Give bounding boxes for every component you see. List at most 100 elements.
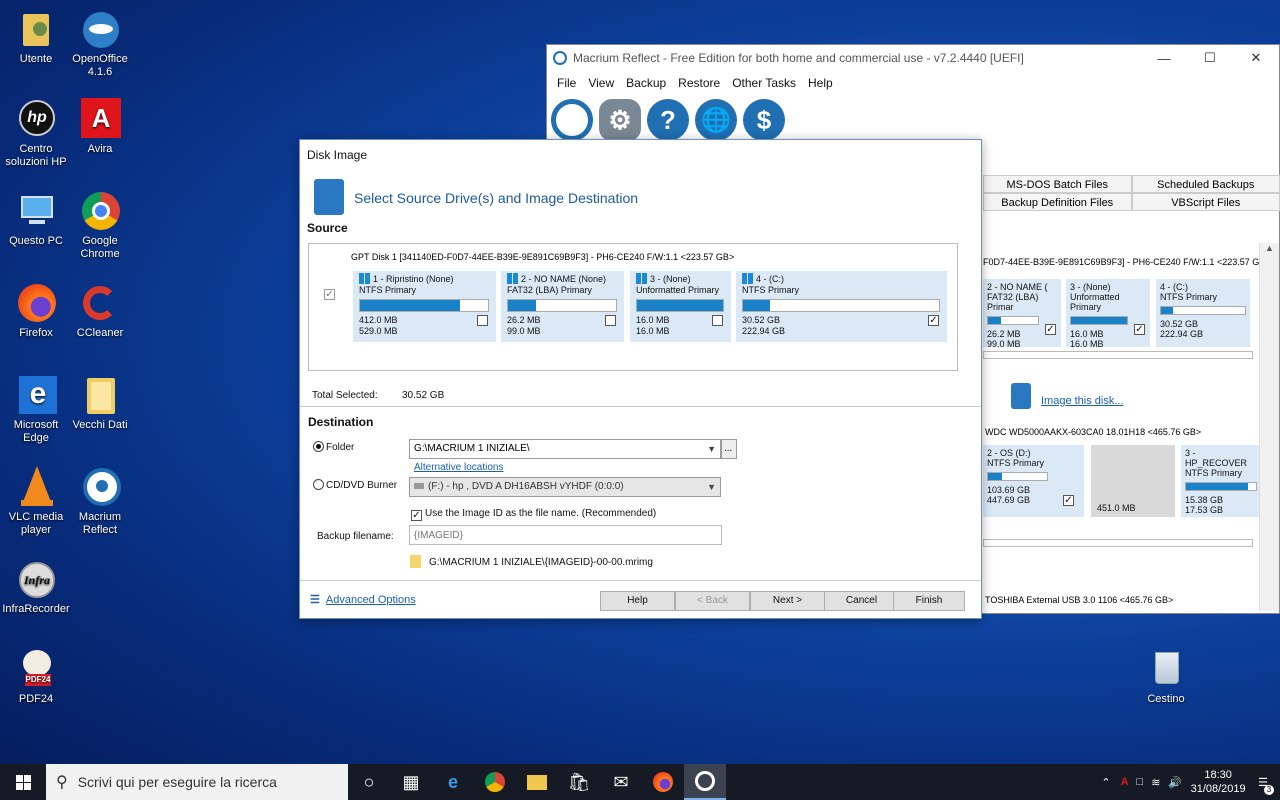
macrium-taskbar-icon[interactable] [684, 764, 726, 800]
main-partition-4[interactable]: 4 - (C:) NTFS Primary 30.52 GB 222.94 GB [1156, 279, 1250, 347]
dollar-upgrade-icon[interactable]: $ [743, 99, 785, 141]
chevron-up-icon[interactable]: ⌃ [1095, 776, 1116, 789]
cd-dvd-radio-option[interactable]: CD/DVD Burner [313, 479, 397, 491]
search-placeholder: Scrivi qui per eseguire la ricerca [77, 774, 277, 790]
disk-image-toolbar-icon[interactable] [551, 99, 593, 141]
menu-other-tasks[interactable]: Other Tasks [726, 76, 802, 90]
desktop-icon-firefox[interactable]: Firefox [0, 282, 72, 340]
file-explorer-icon[interactable] [516, 764, 558, 800]
disk2-scroll-strip[interactable] [983, 539, 1253, 547]
main-partition-os[interactable]: 2 - OS (D:) NTFS Primary 103.69 GB 447.6… [983, 445, 1084, 517]
cd-dvd-radio[interactable] [313, 479, 324, 490]
start-button[interactable] [0, 764, 46, 800]
settings-gear-icon[interactable]: ⚙ [599, 99, 641, 141]
use-image-id-option[interactable]: ✓ Use the Image ID as the file name. (Rec… [411, 508, 656, 521]
backup-filename-input[interactable] [409, 525, 722, 545]
desktop-icon-hp[interactable]: hp Centro soluzioni HP [0, 98, 72, 169]
partition-checkbox[interactable]: ✓ [1045, 324, 1056, 335]
source-partition-4[interactable]: 4 - (C:) NTFS Primary 30.52 GB 222.94 GB… [736, 271, 947, 342]
back-button[interactable]: < Back [675, 591, 750, 611]
desktop-icon-edge[interactable]: e Microsoft Edge [0, 374, 72, 445]
mail-icon[interactable]: ✉ [600, 764, 642, 800]
partition-checkbox[interactable] [712, 315, 723, 326]
cortana-icon[interactable]: ○ [348, 764, 390, 800]
total-size: 16.0 MB [636, 326, 670, 336]
menu-backup[interactable]: Backup [620, 76, 672, 90]
finish-button[interactable]: Finish [893, 591, 965, 611]
avira-tray-icon[interactable]: A [1117, 776, 1133, 788]
desktop-icon-pdf24[interactable]: PDF24 PDF24 [0, 648, 72, 706]
menu-file[interactable]: File [551, 76, 582, 90]
minimize-button[interactable]: — [1141, 51, 1187, 66]
partition-checkbox-checked[interactable]: ✓ [928, 315, 939, 326]
desktop-icon-utente[interactable]: Utente [0, 8, 72, 66]
disk1-scroll-strip[interactable] [983, 351, 1253, 359]
firefox-taskbar-icon[interactable] [642, 764, 684, 800]
desktop-icon-cestino[interactable]: Cestino [1130, 648, 1202, 706]
task-view-icon[interactable]: ▦ [390, 764, 432, 800]
advanced-options[interactable]: ☰ Advanced Options [310, 593, 416, 606]
source-partition-1[interactable]: 1 - Ripristino (None) NTFS Primary 412.0… [353, 271, 496, 342]
maximize-button[interactable]: ☐ [1187, 50, 1233, 66]
menu-restore[interactable]: Restore [672, 76, 726, 90]
partition-checkbox[interactable]: ✓ [1134, 324, 1145, 335]
partition-checkbox[interactable]: ✓ [1063, 495, 1074, 506]
partition-checkbox[interactable] [605, 315, 616, 326]
network-icon[interactable]: □ [1133, 776, 1148, 788]
chevron-down-icon[interactable]: ▼ [707, 478, 716, 496]
desktop-icon-label: Avira [87, 143, 113, 155]
use-image-id-checkbox[interactable]: ✓ [411, 510, 422, 521]
store-icon[interactable]: 🛍 [558, 764, 600, 800]
tab-backup-definition-files[interactable]: Backup Definition Files [983, 193, 1132, 211]
desktop-icon-questo-pc[interactable]: Questo PC [0, 190, 72, 248]
image-this-disk-link[interactable]: Image this disk... [1041, 395, 1124, 407]
desktop-icon-openoffice[interactable]: OpenOffice 4.1.6 [64, 8, 136, 79]
notifications-icon[interactable]: ☰ 3 [1250, 776, 1280, 795]
menu-help[interactable]: Help [802, 76, 839, 90]
browse-button[interactable]: ... [721, 439, 737, 459]
folder-radio-option[interactable]: Folder [313, 441, 354, 453]
disk-image-dialog[interactable]: Disk Image Select Source Drive(s) and Im… [299, 139, 982, 619]
desktop-icon-infrarecorder[interactable]: Infra InfraRecorder [0, 558, 72, 616]
clock[interactable]: 18:30 31/08/2019 [1186, 768, 1250, 796]
vertical-scrollbar[interactable]: ▲ [1259, 243, 1279, 611]
source-partition-2[interactable]: 2 - NO NAME (None) FAT32 (LBA) Primary 2… [501, 271, 624, 342]
folder-path-combo[interactable]: G:\MACRIUM 1 INIZIALE\ ▼ [409, 439, 721, 459]
chevron-down-icon[interactable]: ▼ [707, 440, 716, 458]
folder-radio[interactable] [313, 441, 324, 452]
volume-icon[interactable]: 🔊 [1164, 776, 1186, 789]
scroll-up-icon[interactable]: ▲ [1260, 243, 1279, 253]
cancel-button[interactable]: Cancel [824, 591, 899, 611]
select-whole-disk-checkbox[interactable]: ✓ [324, 289, 335, 300]
next-button[interactable]: Next > [750, 591, 825, 611]
close-button[interactable]: ✕ [1233, 50, 1279, 66]
source-partition-3[interactable]: 3 - (None) Unformatted Primary 16.0 MB 1… [630, 271, 731, 342]
alternative-locations-link[interactable]: Alternative locations [414, 462, 504, 473]
main-partition-hp-recovery[interactable]: 3 - HP_RECOVER NTFS Primary 15.38 GB 17.… [1181, 445, 1260, 517]
main-partition-3[interactable]: 3 - (None) Unformatted Primary 16.0 MB 1… [1066, 279, 1150, 349]
advanced-options-link[interactable]: Advanced Options [326, 594, 416, 606]
menu-view[interactable]: View [582, 76, 620, 90]
desktop-icon-avira[interactable]: A Avira [64, 98, 136, 156]
desktop-icon-vlc[interactable]: VLC media player [0, 466, 72, 537]
edge-taskbar-icon[interactable]: e [432, 764, 474, 800]
help-question-icon[interactable]: ? [647, 99, 689, 141]
taskbar-search-box[interactable]: ⚲ Scrivi qui per eseguire la ricerca [46, 764, 348, 800]
title-bar[interactable]: Macrium Reflect - Free Edition for both … [547, 45, 1279, 71]
chrome-taskbar-icon[interactable] [474, 764, 516, 800]
help-button[interactable]: Help [600, 591, 675, 611]
desktop-icon-ccleaner[interactable]: CCleaner [64, 282, 136, 340]
wifi-icon[interactable]: ≋ [1147, 776, 1164, 789]
desktop-icon-macrium[interactable]: Macrium Reflect [64, 466, 136, 537]
desktop-icon-vecchi-dati[interactable]: Vecchi Dati [64, 374, 136, 432]
web-globe-download-icon[interactable]: 🌐 [695, 99, 737, 141]
main-partition-2[interactable]: 2 - NO NAME ( FAT32 (LBA) Primar 26.2 MB… [983, 279, 1061, 349]
desktop-icon-chrome[interactable]: Google Chrome [64, 190, 136, 261]
partition-type: Unformatted Primary [1070, 292, 1120, 312]
cd-dvd-drive-combo[interactable]: (F:) - hp , DVD A DH16ABSH vYHDF (0:0:0)… [409, 477, 721, 497]
partition-checkbox[interactable] [477, 315, 488, 326]
tab-msdos-batch-files[interactable]: MS-DOS Batch Files [983, 175, 1132, 193]
tab-scheduled-backups[interactable]: Scheduled Backups [1131, 175, 1280, 193]
destination-section-label: Destination [308, 415, 374, 429]
tab-vbscript-files[interactable]: VBScript Files [1131, 193, 1280, 211]
